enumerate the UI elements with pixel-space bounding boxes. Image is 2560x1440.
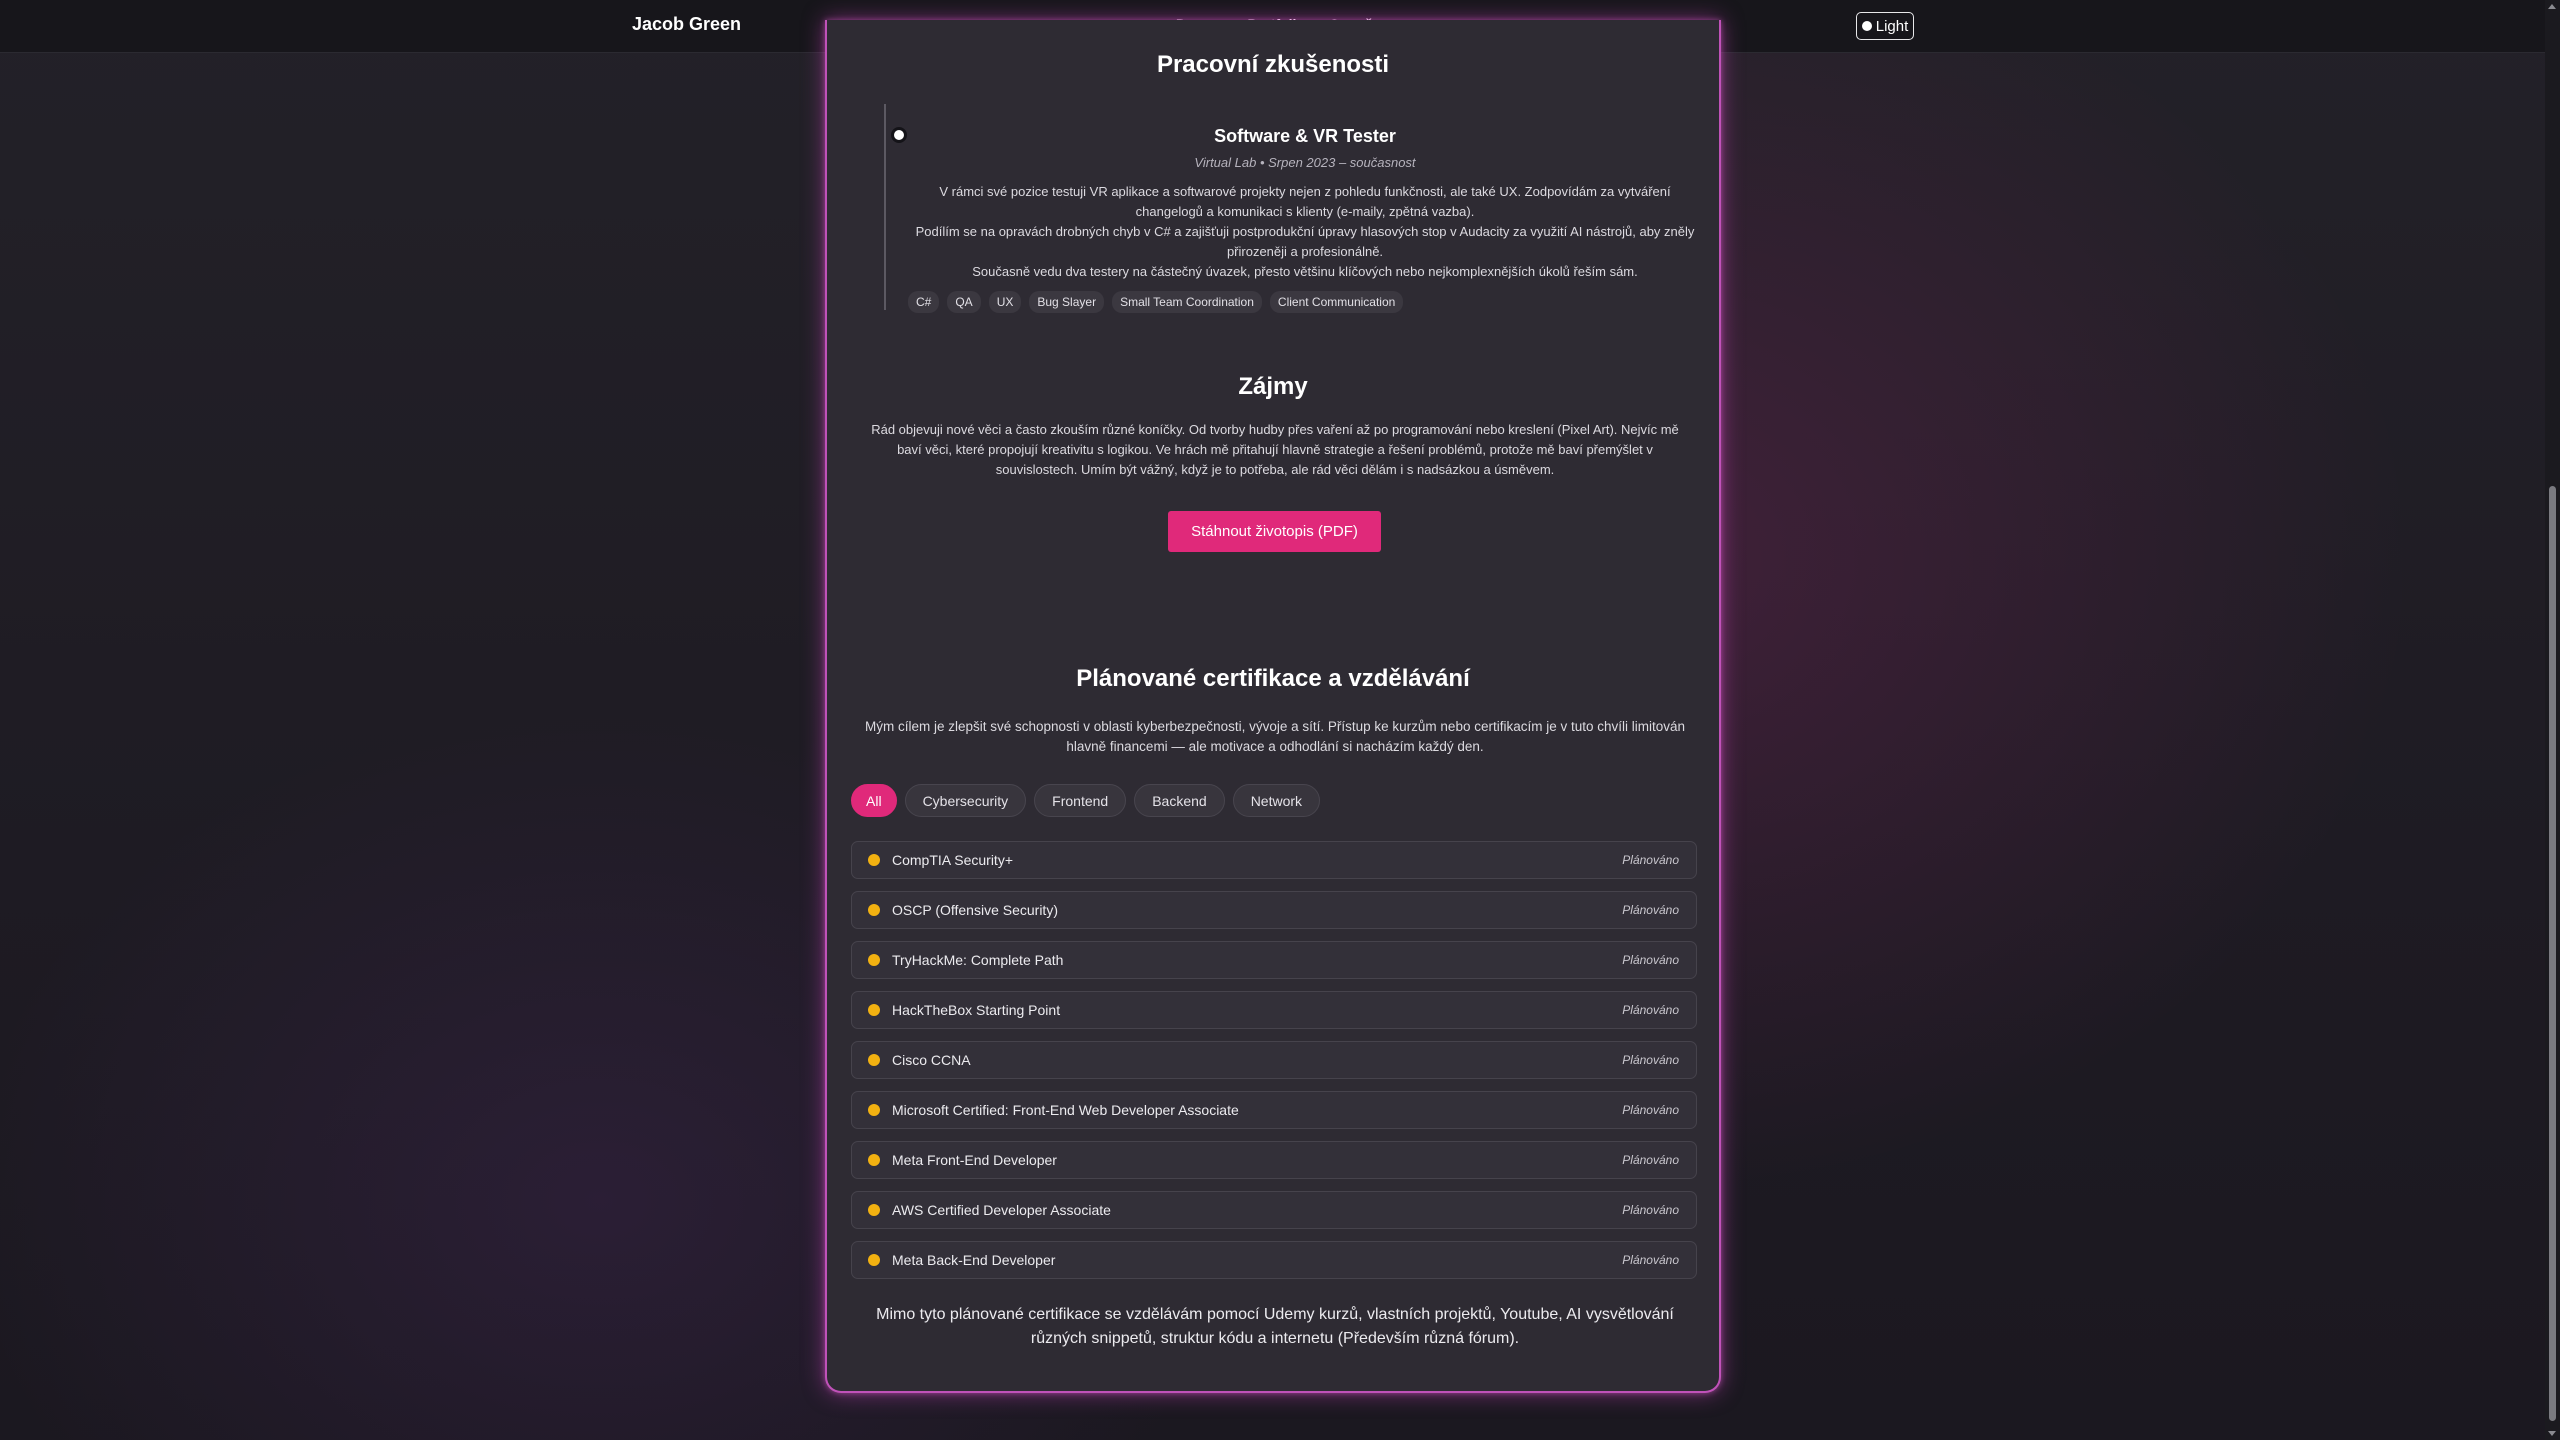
status-dot-icon bbox=[868, 1154, 880, 1166]
scrollbar-thumb[interactable] bbox=[2549, 486, 2556, 1421]
cert-item: TryHackMe: Complete Path Plánováno bbox=[851, 941, 1697, 979]
cert-name: Cisco CCNA bbox=[892, 1052, 971, 1068]
cert-status: Plánováno bbox=[1622, 1103, 1679, 1117]
filter-all-button[interactable]: All bbox=[851, 784, 897, 817]
certifications-title: Plánované certifikace a vzdělávání bbox=[1076, 665, 1470, 692]
cert-item: HackTheBox Starting Point Plánováno bbox=[851, 991, 1697, 1029]
cert-status: Plánováno bbox=[1622, 953, 1679, 967]
cert-status: Plánováno bbox=[1622, 853, 1679, 867]
status-dot-icon bbox=[868, 854, 880, 866]
interests-title: Zájmy bbox=[1238, 373, 1308, 400]
cert-status: Plánováno bbox=[1622, 903, 1679, 917]
job-entry: Software & VR Tester Virtual Lab • Srpen… bbox=[912, 126, 1698, 282]
cert-name: AWS Certified Developer Associate bbox=[892, 1202, 1111, 1218]
job-description: V rámci své pozice testuji VR aplikace a… bbox=[912, 182, 1698, 282]
cert-status: Plánováno bbox=[1622, 1003, 1679, 1017]
cert-item: Microsoft Certified: Front-End Web Devel… bbox=[851, 1091, 1697, 1129]
status-dot-icon bbox=[868, 1204, 880, 1216]
job-desc-paragraph: V rámci své pozice testuji VR aplikace a… bbox=[939, 184, 1671, 219]
cert-status: Plánováno bbox=[1622, 1253, 1679, 1267]
job-desc-paragraph: Podílím se na opravách drobných chyb v C… bbox=[915, 224, 1695, 259]
filter-frontend-button[interactable]: Frontend bbox=[1034, 784, 1127, 817]
content-card: Pracovní zkušenosti Software & VR Tester… bbox=[825, 20, 1721, 1393]
brand-logo[interactable]: Jacob Green bbox=[632, 14, 741, 35]
status-dot-icon bbox=[868, 904, 880, 916]
interests-text: Rád objevuji nové věci a často zkouším r… bbox=[871, 422, 1679, 477]
skill-tag: C# bbox=[908, 291, 940, 313]
scroll-up-arrow-icon[interactable] bbox=[2548, 4, 2556, 9]
cert-name: Microsoft Certified: Front-End Web Devel… bbox=[892, 1102, 1239, 1118]
cert-list: CompTIA Security+ Plánováno OSCP (Offensi… bbox=[851, 841, 1697, 1291]
download-cv-button[interactable]: Stáhnout životopis (PDF) bbox=[1168, 511, 1381, 552]
cert-name: OSCP (Offensive Security) bbox=[892, 902, 1058, 918]
cert-name: Meta Back-End Developer bbox=[892, 1252, 1056, 1268]
cert-status: Plánováno bbox=[1622, 1203, 1679, 1217]
cert-item: Meta Front-End Developer Plánováno bbox=[851, 1141, 1697, 1179]
filter-backend-button[interactable]: Backend bbox=[1134, 784, 1225, 817]
timeline-dot bbox=[891, 127, 907, 143]
filter-cybersecurity-button[interactable]: Cybersecurity bbox=[904, 784, 1027, 817]
skill-tag: QA bbox=[947, 291, 981, 313]
status-dot-icon bbox=[868, 954, 880, 966]
scroll-down-arrow-icon[interactable] bbox=[2548, 1431, 2556, 1436]
skill-tags: C# QA UX Bug Slayer Small Team Coordinat… bbox=[908, 291, 1404, 313]
certifications-intro: Mým cílem je zlepšit své schopnosti v ob… bbox=[864, 719, 1686, 754]
status-dot-icon bbox=[868, 1054, 880, 1066]
cert-item: Cisco CCNA Plánováno bbox=[851, 1041, 1697, 1079]
certifications-footer: Mimo tyto plánované certifikace se vzděl… bbox=[876, 1306, 1674, 1347]
theme-toggle-label: Light bbox=[1875, 17, 1909, 35]
cert-status: Plánováno bbox=[1622, 1053, 1679, 1067]
job-title: Software & VR Tester bbox=[1214, 126, 1396, 146]
job-desc-paragraph: Současně vedu dva testery na částečný úv… bbox=[972, 264, 1638, 279]
experience-title: Pracovní zkušenosti bbox=[1156, 51, 1390, 78]
status-dot-icon bbox=[868, 1254, 880, 1266]
skill-tag: UX bbox=[988, 291, 1022, 313]
cert-name: Meta Front-End Developer bbox=[892, 1152, 1057, 1168]
cert-item: OSCP (Offensive Security) Plánováno bbox=[851, 891, 1697, 929]
theme-toggle-button[interactable]: Light bbox=[1856, 12, 1914, 40]
cert-item: Meta Back-End Developer Plánováno bbox=[851, 1241, 1697, 1279]
cert-name: TryHackMe: Complete Path bbox=[892, 952, 1064, 968]
skill-tag: Client Communication bbox=[1269, 291, 1404, 313]
cert-name: CompTIA Security+ bbox=[892, 852, 1013, 868]
job-meta: Virtual Lab • Srpen 2023 – současnost bbox=[1194, 155, 1416, 170]
skill-tag: Small Team Coordination bbox=[1112, 291, 1262, 313]
timeline-line bbox=[884, 104, 886, 310]
status-dot-icon bbox=[868, 1004, 880, 1016]
sun-icon bbox=[1861, 21, 1872, 31]
status-dot-icon bbox=[868, 1104, 880, 1116]
filter-network-button[interactable]: Network bbox=[1232, 784, 1321, 817]
skill-tag: Bug Slayer bbox=[1029, 291, 1105, 313]
cert-item: CompTIA Security+ Plánováno bbox=[851, 841, 1697, 879]
cert-filter-group: All Cybersecurity Frontend Backend Netwo… bbox=[851, 784, 1321, 817]
page-scrollbar[interactable] bbox=[2545, 0, 2560, 1440]
cert-name: HackTheBox Starting Point bbox=[892, 1002, 1061, 1018]
cert-status: Plánováno bbox=[1622, 1153, 1679, 1167]
cert-item: AWS Certified Developer Associate Plánová… bbox=[851, 1191, 1697, 1229]
